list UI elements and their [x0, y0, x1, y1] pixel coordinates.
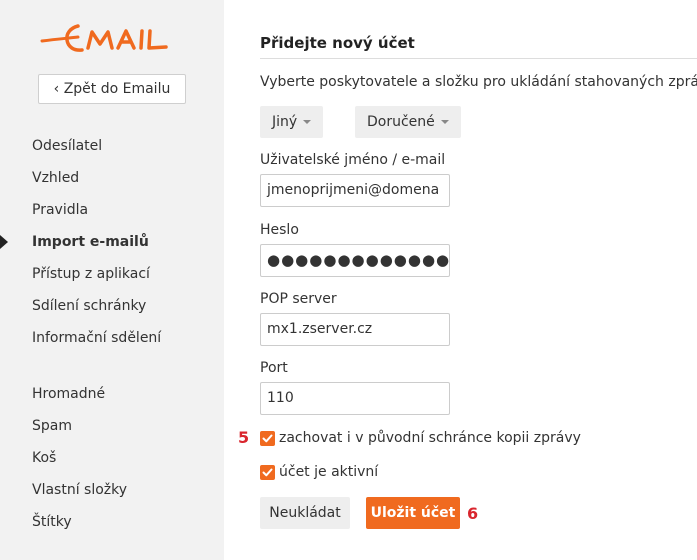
nav-item-spam[interactable]: Spam: [0, 410, 224, 442]
folder-dropdown[interactable]: Doručené: [355, 106, 461, 138]
nav-item-pravidla[interactable]: Pravidla: [0, 194, 224, 226]
checkmark-icon: [262, 434, 273, 442]
nav-item-vzhled[interactable]: Vzhled: [0, 162, 224, 194]
nav-item-pristup-z-aplikaci[interactable]: Přístup z aplikací: [0, 258, 224, 290]
nav-item-kos[interactable]: Koš: [0, 442, 224, 474]
port-label: Port: [260, 360, 288, 376]
nav-item-stitky[interactable]: Štítky: [0, 506, 224, 538]
page-title: Přidejte nový účet: [260, 34, 415, 52]
main-content: Přidejte nový účet Vyberte poskytovatele…: [238, 0, 697, 560]
back-to-email-button[interactable]: ‹ Zpět do Emailu: [38, 74, 186, 104]
nav-item-import-emailu[interactable]: Import e-mailů: [0, 226, 224, 258]
pop-server-label: POP server: [260, 291, 337, 307]
active-label: účet je aktivní: [279, 464, 379, 480]
keep-copy-checkbox[interactable]: [260, 430, 275, 446]
nav-item-informacni-sdeleni[interactable]: Informační sdělení: [0, 322, 224, 354]
folder-dropdown-value: Doručené: [367, 114, 435, 130]
settings-nav: Odesílatel Vzhled Pravidla Import e-mail…: [0, 130, 224, 538]
chevron-down-icon: [303, 120, 312, 124]
intro-text: Vyberte poskytovatele a složku pro uklád…: [260, 74, 697, 90]
sidebar: ‹ Zpět do Emailu Odesílatel Vzhled Pravi…: [0, 0, 224, 560]
keep-copy-label: zachovat i v původní schránce kopii zprá…: [279, 430, 581, 446]
nav-item-sdileni-schranky[interactable]: Sdílení schránky: [0, 290, 224, 322]
nav-item-vlastni-slozky[interactable]: Vlastní složky: [0, 474, 224, 506]
annotation-marker-5: 5: [238, 428, 250, 447]
cancel-button[interactable]: Neukládat: [260, 497, 350, 529]
password-label: Heslo: [260, 222, 299, 238]
username-label: Uživatelské jméno / e-mail: [260, 152, 446, 168]
nav-item-odesilatel[interactable]: Odesílatel: [0, 130, 224, 162]
checkmark-icon: [262, 468, 273, 476]
active-checkbox[interactable]: [260, 464, 275, 480]
title-divider: [260, 58, 697, 59]
provider-dropdown-value: Jiný: [272, 114, 298, 130]
annotation-marker-6: 6: [467, 504, 479, 523]
email-logo[interactable]: [40, 20, 170, 56]
provider-dropdown[interactable]: Jiný: [260, 106, 324, 138]
save-account-button[interactable]: Uložit účet: [366, 497, 460, 529]
port-input[interactable]: 110: [260, 382, 450, 415]
password-input[interactable]: ●●●●●●●●●●●●●●●: [260, 244, 450, 277]
pop-server-input[interactable]: mx1.zserver.cz: [260, 313, 450, 346]
active-checkbox-row[interactable]: účet je aktivní: [260, 463, 378, 481]
username-input[interactable]: jmenoprijmeni@domena: [260, 174, 450, 207]
nav-item-hromadne[interactable]: Hromadné: [0, 378, 224, 410]
keep-copy-checkbox-row[interactable]: zachovat i v původní schránce kopii zprá…: [260, 429, 581, 447]
nav-divider: [0, 354, 224, 378]
chevron-down-icon: [440, 120, 449, 124]
